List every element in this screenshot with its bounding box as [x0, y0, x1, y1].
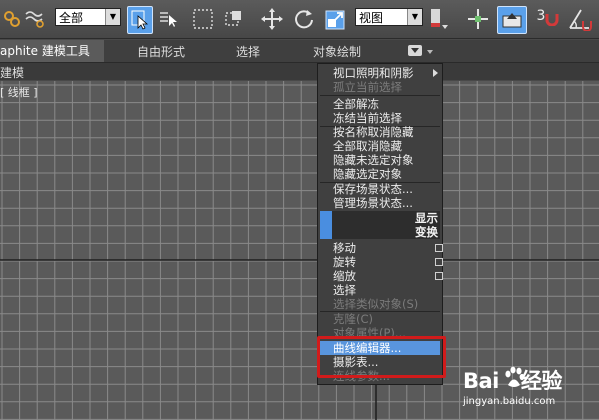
- angle-snap-icon[interactable]: [566, 7, 594, 31]
- ribbon-panel-strip: 建模: [0, 63, 599, 80]
- manipulate-icon[interactable]: [465, 7, 491, 31]
- menu-item-unhide-all[interactable]: 全部取消隐藏: [333, 139, 441, 153]
- reference-coordinate-value: 视图: [359, 11, 384, 25]
- keyboard-shortcut-override-button[interactable]: [497, 6, 527, 34]
- move-icon[interactable]: [259, 7, 285, 31]
- menu-item-move[interactable]: 移动: [333, 241, 441, 255]
- menu-item-select-similar: 选择类似对象(S): [333, 297, 419, 311]
- menu-item-select[interactable]: 选择: [333, 283, 441, 297]
- menu-separator: [320, 95, 440, 96]
- reference-coordinate-dropdown[interactable]: 视图 ▼: [355, 8, 423, 26]
- watermark-url: jingyan.baidu.com: [463, 396, 556, 407]
- ribbon-minimize-button[interactable]: [408, 45, 422, 56]
- quadrant-title-transform: 变换: [320, 225, 440, 239]
- menu-item-unfreeze-all[interactable]: 全部解冻: [333, 97, 441, 111]
- tab-object-paint[interactable]: 对象绘制: [313, 43, 361, 60]
- snaps-toggle-button[interactable]: 3: [535, 7, 561, 31]
- tab-graphite-modeling-tools[interactable]: aphite 建模工具: [0, 40, 104, 62]
- submenu-arrow-icon: [433, 69, 438, 77]
- baidu-jingyan-watermark: Bai 经验 jingyan.baidu.com: [435, 362, 599, 420]
- quadrant-title-display: 显示: [320, 211, 440, 225]
- rectangular-selection-icon[interactable]: [191, 7, 215, 31]
- pivot-point-center-icon[interactable]: [426, 7, 452, 31]
- quadrant-display-label: 显示: [415, 211, 438, 225]
- scale-icon[interactable]: [323, 7, 349, 31]
- menu-item-hide-unselected[interactable]: 隐藏未选定对象: [333, 153, 441, 167]
- menu-item-hide-selection[interactable]: 隐藏选定对象: [333, 167, 441, 181]
- selection-filter-dropdown[interactable]: 全部 ▼: [55, 8, 121, 26]
- rotate-settings-icon[interactable]: [435, 258, 443, 266]
- paw-logo-icon: [505, 366, 525, 387]
- bind-space-warp-icon[interactable]: [24, 7, 48, 31]
- unlink-icon[interactable]: [2, 7, 22, 31]
- chevron-down-icon: ▼: [407, 9, 422, 25]
- panel-label-modeling[interactable]: 建模: [0, 64, 24, 81]
- quadrant-marker: [320, 211, 332, 225]
- magnet-icon: [545, 14, 559, 26]
- menu-item-freeze-selection[interactable]: 冻结当前选择: [333, 111, 441, 125]
- tab-selection[interactable]: 选择: [236, 43, 260, 60]
- menu-item-save-scene-state[interactable]: 保存场景状态...: [333, 182, 441, 196]
- chevron-down-icon[interactable]: [427, 50, 433, 54]
- ribbon-tab-bar: aphite 建模工具 自由形式 选择 对象绘制: [0, 40, 599, 63]
- main-toolbar: 全部 ▼ 视图 ▼ 3: [0, 0, 599, 39]
- move-settings-icon[interactable]: [435, 244, 443, 252]
- menu-item-manage-scene-states[interactable]: 管理场景状态...: [333, 196, 441, 210]
- watermark-brand-right: 经验: [520, 369, 563, 393]
- menu-item-rotate[interactable]: 旋转: [333, 255, 441, 269]
- rotate-icon[interactable]: [292, 7, 316, 31]
- watermark-brand-left: Bai: [463, 369, 499, 393]
- quadrant-marker: [320, 225, 332, 239]
- tab-freeform[interactable]: 自由形式: [137, 43, 185, 60]
- scale-settings-icon[interactable]: [435, 272, 443, 280]
- menu-item-scale[interactable]: 缩放: [333, 269, 441, 283]
- menu-item-isolate-selection: 孤立当前选择: [333, 80, 402, 94]
- quadrant-transform-label: 变换: [415, 225, 438, 239]
- snap-mode-label: 3: [536, 8, 546, 24]
- menu-item-clone: 克隆(C): [333, 312, 374, 326]
- select-object-button[interactable]: [127, 6, 153, 34]
- menu-item-unhide-by-name[interactable]: 按名称取消隐藏: [333, 125, 441, 139]
- window-crossing-icon[interactable]: [222, 7, 246, 31]
- menu-item-viewport-lighting-shadows[interactable]: 视口照明和阴影: [333, 66, 441, 80]
- chevron-down-icon: ▼: [105, 9, 120, 25]
- select-by-name-icon[interactable]: [157, 7, 181, 31]
- selection-filter-value: 全部: [59, 11, 84, 25]
- viewport-label[interactable]: [ 线框 ]: [0, 84, 38, 100]
- annotation-highlight-box: [317, 336, 446, 378]
